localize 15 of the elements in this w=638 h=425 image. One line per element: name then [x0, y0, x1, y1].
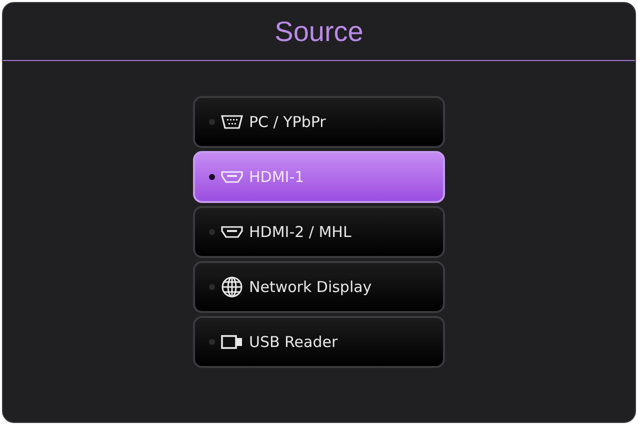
globe-icon — [221, 276, 243, 298]
indicator-dot — [209, 339, 215, 345]
indicator-dot — [209, 284, 215, 290]
indicator-dot — [209, 229, 215, 235]
usb-drive-icon — [221, 335, 243, 349]
vga-port-icon — [221, 115, 243, 129]
indicator-dot — [209, 174, 215, 180]
source-option[interactable]: PC / YPbPr — [193, 96, 445, 148]
source-option[interactable]: HDMI-2 / MHL — [193, 206, 445, 258]
menu-title: Source — [3, 3, 635, 61]
indicator-dot — [209, 119, 215, 125]
source-option[interactable]: USB Reader — [193, 316, 445, 368]
source-option[interactable]: Network Display — [193, 261, 445, 313]
hdmi-port-icon — [221, 171, 243, 183]
hdmi-port-icon — [221, 226, 243, 238]
